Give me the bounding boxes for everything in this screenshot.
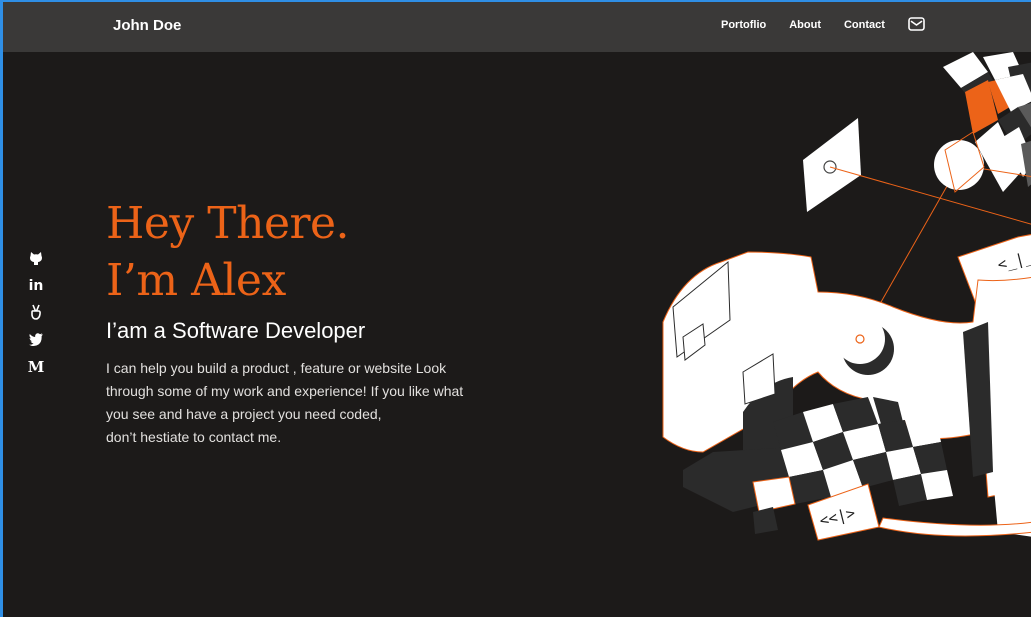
nav-link-contact[interactable]: Contact (844, 19, 885, 31)
mail-icon[interactable] (908, 17, 925, 31)
top-header: John Doe Portoflio About Contact (3, 2, 1031, 52)
social-links: in M (27, 249, 45, 385)
hero-title-line-2: I’m Alex (106, 255, 286, 306)
medium-icon[interactable]: M (27, 358, 45, 376)
bio-line: I can help you build a product , feature… (106, 360, 447, 376)
hero-title-line-1: Hey There. (106, 198, 350, 249)
twitter-icon[interactable] (27, 331, 45, 349)
node-circle-bottom (835, 314, 885, 364)
angellist-icon[interactable] (27, 304, 45, 322)
page-frame: John Doe Portoflio About Contact in M He… (0, 0, 1031, 617)
hero-illustration: <_|_ <<|> (662, 52, 1031, 541)
bio-line: through some of my work and experience! … (106, 383, 464, 399)
hero-title: Hey There. I’m Alex (106, 195, 350, 309)
nav-link-about[interactable]: About (789, 19, 821, 31)
brand-name[interactable]: John Doe (113, 17, 181, 34)
node-circle-top (934, 140, 984, 190)
bio-paragraph: I can help you build a product , feature… (106, 357, 526, 449)
role-subtitle: I’am a Software Developer (106, 318, 366, 343)
linkedin-icon[interactable]: in (27, 277, 45, 295)
github-icon[interactable] (27, 250, 45, 268)
floating-tile (803, 118, 861, 212)
nav-link-portfolio[interactable]: Portoflio (721, 19, 766, 31)
main-nav: Portoflio About Contact (721, 17, 925, 31)
bio-line: you see and have a project you need code… (106, 406, 382, 422)
bio-line: don’t hestiate to contact me. (106, 429, 282, 445)
